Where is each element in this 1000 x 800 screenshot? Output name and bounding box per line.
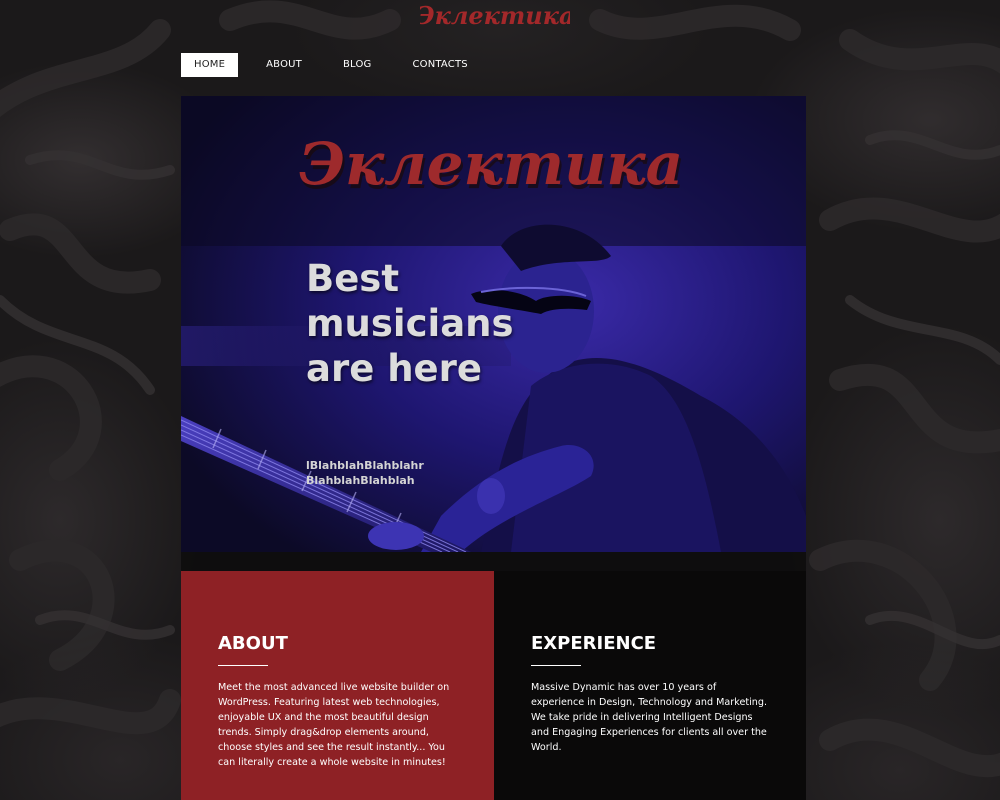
site-logo[interactable]: Эклектика (420, 0, 570, 34)
about-section: ABOUT Meet the most advanced live websit… (181, 571, 494, 800)
hero-banner: Эклектика Эклектика Best musicians are h… (181, 96, 806, 552)
nav-item-about[interactable]: ABOUT (253, 53, 315, 77)
main-nav: HOME ABOUT BLOG CONTACTS (181, 53, 496, 77)
nav-item-contacts[interactable]: CONTACTS (399, 53, 480, 77)
nav-item-blog[interactable]: BLOG (330, 53, 385, 77)
hero-heading: Best musicians are here (306, 257, 514, 390)
about-title: ABOUT (218, 633, 288, 654)
hero-subheading: lBlahblahBlahblahr BlahblahBlahblah (306, 459, 424, 487)
experience-title: EXPERIENCE (531, 633, 657, 654)
about-text: Meet the most advanced live website buil… (218, 682, 450, 768)
page: Эклектика HOME ABOUT BLOG CONTACTS Эклек… (0, 0, 1000, 800)
experience-text: Massive Dynamic has over 10 years of exp… (531, 682, 767, 753)
hero-logo: Эклектика (299, 130, 683, 198)
hero-bottom-strip (181, 552, 806, 571)
nav-item-home[interactable]: HOME (181, 53, 239, 77)
svg-text:Эклектика: Эклектика (420, 1, 570, 30)
experience-divider (531, 665, 581, 666)
about-divider (218, 665, 268, 666)
experience-section: EXPERIENCE Massive Dynamic has over 10 y… (494, 571, 806, 800)
